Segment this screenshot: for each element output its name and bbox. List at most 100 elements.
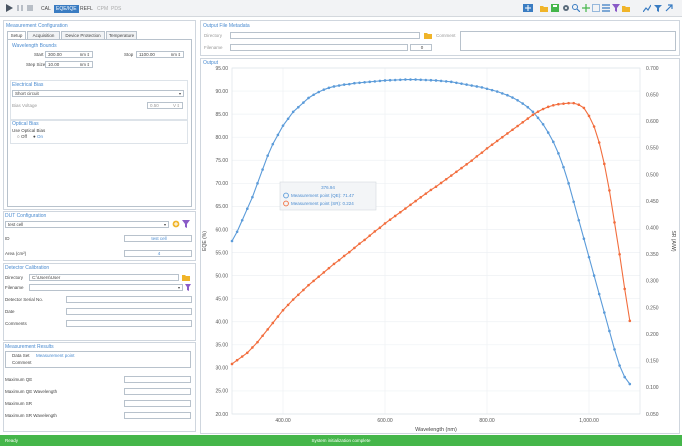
chevron-down-icon: ▾ xyxy=(163,222,166,227)
chart-icon[interactable] xyxy=(643,4,651,12)
save-icon[interactable] xyxy=(551,4,559,12)
data-point-1 xyxy=(388,218,392,222)
start-spinner-icon[interactable]: ⇕ xyxy=(87,52,90,57)
data-point-0 xyxy=(342,83,346,86)
data-set-value[interactable]: Measurement point xyxy=(36,353,75,358)
data-point-0 xyxy=(419,78,422,82)
data-point-0 xyxy=(286,117,290,121)
export-icon[interactable] xyxy=(665,4,673,12)
data-point-1 xyxy=(312,279,315,283)
data-point-1 xyxy=(266,328,269,331)
data-point-1 xyxy=(465,163,468,166)
detector-filename-select[interactable]: ▾ xyxy=(29,284,183,291)
add-dut-icon[interactable] xyxy=(172,220,180,228)
mode-cpm[interactable]: CPM xyxy=(97,5,108,13)
browse-folder-icon[interactable] xyxy=(182,274,190,281)
filter-icon[interactable] xyxy=(612,4,620,12)
list-icon[interactable] xyxy=(602,4,610,12)
detector-date-label: Date xyxy=(5,309,15,314)
data-point-0 xyxy=(618,364,621,367)
data-point-1 xyxy=(485,147,489,150)
electrical-bias-select[interactable]: Short circuit ▾ xyxy=(12,90,184,97)
dut-select[interactable]: test cell ▾ xyxy=(5,221,169,228)
data-point-1 xyxy=(307,283,310,287)
data-point-1 xyxy=(363,238,366,242)
metadata-filename-input[interactable] xyxy=(230,44,408,51)
electrical-bias-mode: Short circuit xyxy=(15,91,39,96)
dut-id-input[interactable]: test cell xyxy=(124,235,192,242)
mode-refl[interactable]: REFL xyxy=(80,5,93,13)
tab-acquisition[interactable]: Acquisition xyxy=(27,31,60,39)
data-point-0 xyxy=(470,84,474,87)
dut-area-input[interactable]: 4 xyxy=(124,250,192,257)
data-point-0 xyxy=(546,131,550,134)
data-point-0 xyxy=(363,81,366,84)
select-icon[interactable] xyxy=(592,4,600,12)
data-point-1 xyxy=(348,250,351,254)
data-point-0 xyxy=(327,86,331,90)
data-point-0 xyxy=(541,122,545,126)
output-chart[interactable]: 20.00 25.00 30.00 35.00 40.00 45.00 50.00 55.00… xyxy=(200,62,682,434)
y-tick-left: 40.00 xyxy=(215,320,228,326)
folder-icon[interactable] xyxy=(540,4,548,12)
data-point-1 xyxy=(378,226,382,229)
metadata-comment-input[interactable] xyxy=(460,31,676,51)
optical-bias-off-radio[interactable]: ○ Off xyxy=(17,134,27,139)
data-point-0 xyxy=(501,92,504,95)
data-point-0 xyxy=(450,80,453,84)
filter-file-icon[interactable] xyxy=(185,284,191,291)
data-point-1 xyxy=(526,117,530,120)
maximum-qe-label: Maximum QE xyxy=(5,377,33,382)
step-spinner-icon[interactable]: ⇕ xyxy=(87,62,90,67)
detector-directory-input[interactable]: C:\Users\User xyxy=(29,274,179,281)
data-point-1 xyxy=(587,114,591,118)
data-point-1 xyxy=(297,293,300,297)
detector-serial-input[interactable] xyxy=(66,296,192,303)
play-icon[interactable] xyxy=(5,4,13,12)
mode-cal[interactable]: CAL xyxy=(41,5,51,13)
data-point-0 xyxy=(444,80,448,83)
optical-bias-on-radio[interactable]: ● On xyxy=(33,134,43,139)
data-point-0 xyxy=(378,79,382,83)
y-tick-left: 50.00 xyxy=(215,273,228,279)
data-point-1 xyxy=(419,196,422,199)
stop-icon[interactable] xyxy=(26,4,34,12)
y-tick-right: 0.250 xyxy=(646,305,659,311)
stop-wavelength-input[interactable]: 1100.00 nm ⇕ xyxy=(136,51,184,58)
start-wavelength-input[interactable]: 300.00 nm ⇕ xyxy=(45,51,93,58)
detector-date-input[interactable] xyxy=(66,308,192,315)
wavelength-bounds-title: Wavelength Bounds xyxy=(12,43,57,49)
data-point-1 xyxy=(322,271,326,274)
metadata-filename-index[interactable]: 0 xyxy=(410,44,432,51)
bias-voltage-label: Bias Voltage xyxy=(12,103,38,108)
data-point-1 xyxy=(342,254,346,258)
tab-temperature[interactable]: Temperature xyxy=(106,31,137,39)
metadata-folder-icon[interactable] xyxy=(424,32,432,39)
data-point-1 xyxy=(460,166,463,170)
folder-open-icon[interactable] xyxy=(622,4,630,12)
data-point-1 xyxy=(358,242,361,245)
gauge-icon[interactable] xyxy=(654,4,662,12)
move-icon[interactable] xyxy=(582,4,590,12)
mode-pds[interactable]: PDS xyxy=(111,5,121,13)
grid-icon[interactable] xyxy=(523,4,533,12)
bias-voltage-input[interactable]: 0.50 V ⇕ xyxy=(147,102,183,109)
filter-dut-icon[interactable] xyxy=(182,220,190,228)
bias-spinner-icon[interactable]: ⇕ xyxy=(177,103,180,108)
detector-comments-input[interactable] xyxy=(66,320,192,327)
data-point-1 xyxy=(261,334,264,338)
data-point-0 xyxy=(506,93,509,97)
stop-spinner-icon[interactable]: ⇕ xyxy=(178,52,181,57)
data-point-1 xyxy=(582,106,586,110)
data-point-1 xyxy=(516,124,519,128)
tab-device-protection[interactable]: Device Protection xyxy=(61,31,105,39)
data-point-0 xyxy=(511,96,514,99)
step-size-input[interactable]: 10.00 nm ⇕ xyxy=(45,61,93,68)
settings-icon[interactable] xyxy=(562,4,570,12)
mode-eqe-iqe[interactable]: EQE/IQE xyxy=(54,5,79,13)
pause-icon[interactable] xyxy=(16,4,24,12)
chart-series[interactable] xyxy=(230,78,632,386)
zoom-icon[interactable] xyxy=(572,4,580,12)
metadata-directory-input[interactable] xyxy=(230,32,420,39)
tab-setup[interactable]: Setup xyxy=(7,31,26,39)
